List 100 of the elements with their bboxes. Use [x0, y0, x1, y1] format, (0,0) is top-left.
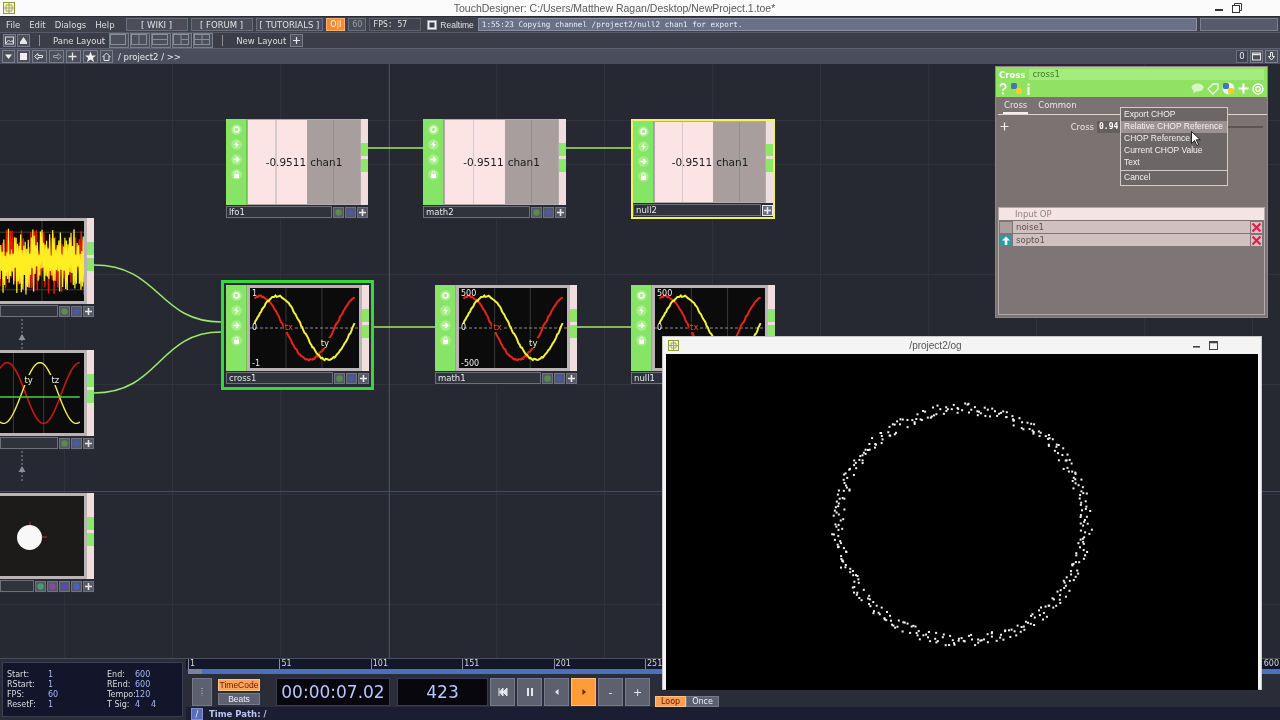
plus-icon[interactable] [83, 305, 94, 317]
dot-icon[interactable] [333, 206, 344, 218]
parameter-tab[interactable]: Common [1037, 100, 1078, 114]
menu-item[interactable]: Edit [26, 19, 49, 30]
step-button[interactable]: - [598, 678, 623, 706]
operator-node[interactable]: -0.9511 chan1 lfo1 [226, 119, 368, 219]
down-arrow-icon[interactable] [1265, 50, 1278, 63]
text-field[interactable] [1200, 18, 1278, 31]
arrow-icon[interactable] [637, 156, 649, 167]
lock-icon[interactable] [230, 169, 242, 180]
help-icon[interactable] [999, 82, 1007, 95]
plus-icon[interactable] [83, 580, 94, 592]
network-path[interactable]: / project2 / >> [118, 51, 181, 62]
python-icon[interactable] [1010, 82, 1023, 95]
lock-icon[interactable] [635, 335, 647, 346]
node-name-field[interactable]: null2 [633, 204, 761, 216]
plus-icon[interactable] [66, 50, 81, 63]
eject-icon[interactable] [17, 34, 30, 47]
plus-icon[interactable] [358, 372, 369, 384]
operator-node[interactable]: 500 0 -500 tx ty math1 [435, 285, 577, 385]
plus-icon[interactable] [290, 34, 304, 47]
split-horizontal-icon[interactable] [151, 33, 172, 48]
arrow-icon[interactable] [635, 320, 647, 331]
node-name-field[interactable]: math2 [423, 206, 530, 218]
menu-item[interactable]: Dialogs [51, 19, 90, 30]
operator-node[interactable] [0, 493, 94, 593]
circle-icon[interactable] [439, 290, 451, 301]
single-pane-icon[interactable] [109, 33, 130, 48]
plus-icon[interactable] [566, 372, 577, 384]
dot-icon[interactable] [334, 372, 345, 384]
operator-node[interactable]: 1 0 -1 tx ty cross1 [221, 280, 374, 390]
plus-icon[interactable] [83, 437, 94, 449]
name-field[interactable]: cross1 [1029, 69, 1264, 80]
dot-icon[interactable] [71, 580, 82, 592]
table-cell[interactable]: sopto1 [1013, 234, 1250, 246]
node-name-field[interactable]: cross1 [226, 372, 333, 384]
menu-item[interactable]: Help [92, 19, 118, 30]
four-pane-icon[interactable] [193, 33, 214, 48]
dot-icon[interactable] [543, 206, 554, 218]
timecode-display[interactable]: 00:00:07.02 [276, 678, 390, 706]
node-name-field[interactable] [0, 437, 58, 449]
split-vertical-icon[interactable] [130, 33, 151, 48]
dot-icon[interactable] [345, 206, 356, 218]
circle-icon[interactable] [230, 124, 242, 135]
time-mode-button[interactable]: TimeCode [218, 679, 260, 691]
info-icon[interactable] [1026, 82, 1031, 95]
circle-icon[interactable] [635, 290, 647, 301]
dot-icon[interactable] [531, 206, 542, 218]
parameter-tab[interactable]: Cross [1003, 100, 1029, 114]
window-icon[interactable] [1250, 50, 1263, 63]
target-icon[interactable] [1252, 82, 1264, 95]
menu-item[interactable]: Text [1121, 157, 1227, 169]
dot-icon[interactable] [59, 580, 70, 592]
dot-icon[interactable] [71, 305, 82, 317]
table-cell[interactable]: noise1 [1013, 221, 1250, 233]
menu-item[interactable]: Current CHOP Value [1121, 145, 1227, 157]
menu-item[interactable]: Cancel [1121, 172, 1227, 184]
dot-icon[interactable] [35, 580, 46, 592]
delete-icon[interactable] [1251, 221, 1262, 233]
lock-icon[interactable] [637, 171, 649, 182]
dot-icon[interactable] [59, 305, 70, 317]
arrow-icon[interactable] [427, 154, 439, 165]
arrow-icon[interactable] [230, 320, 242, 331]
circle-icon[interactable] [230, 290, 242, 301]
menu-item[interactable]: File [3, 19, 24, 30]
dot-icon[interactable] [554, 372, 565, 384]
operator-node[interactable]: -0.9511 chan1 math2 [423, 119, 566, 219]
dot-icon[interactable] [542, 372, 553, 384]
dot-icon[interactable] [47, 580, 58, 592]
lock-icon[interactable] [230, 335, 242, 346]
lock-icon[interactable] [427, 169, 439, 180]
restore-icon[interactable] [1232, 3, 1242, 13]
dot-icon[interactable] [71, 437, 82, 449]
step-button[interactable]: + [625, 678, 650, 706]
lock-icon[interactable] [439, 335, 451, 346]
operator-node[interactable] [0, 218, 94, 318]
frame-display[interactable]: 423 [397, 678, 488, 706]
maximize-icon[interactable] [1209, 341, 1218, 350]
node-name-field[interactable]: lfo1 [226, 206, 332, 218]
menu-item[interactable]: Export CHOP [1121, 109, 1227, 121]
plus-icon[interactable] [555, 206, 566, 218]
home-icon[interactable] [100, 50, 113, 63]
operator-node[interactable]: ty tz [0, 350, 94, 450]
dot-icon[interactable] [346, 372, 357, 384]
arrow-icon[interactable] [230, 154, 242, 165]
image-icon[interactable] [3, 34, 16, 47]
three-pane-icon[interactable] [172, 33, 193, 48]
node-name-field[interactable]: math1 [435, 372, 541, 384]
web-link-button[interactable]: [ WIKI ] [125, 18, 188, 31]
circle-icon[interactable] [637, 126, 649, 137]
play-button[interactable] [571, 678, 596, 706]
operator-node[interactable]: -0.9511 chan1 null2 [631, 119, 775, 219]
node-name-field[interactable] [0, 305, 58, 317]
star-icon[interactable] [83, 50, 98, 63]
square-icon[interactable] [17, 50, 30, 63]
arrow-icon[interactable] [439, 320, 451, 331]
plus-icon[interactable] [357, 206, 368, 218]
web-link-button[interactable]: [ FORUM ] [190, 18, 253, 31]
pause-button[interactable] [517, 678, 542, 706]
skip-to-start-button[interactable] [490, 678, 515, 706]
